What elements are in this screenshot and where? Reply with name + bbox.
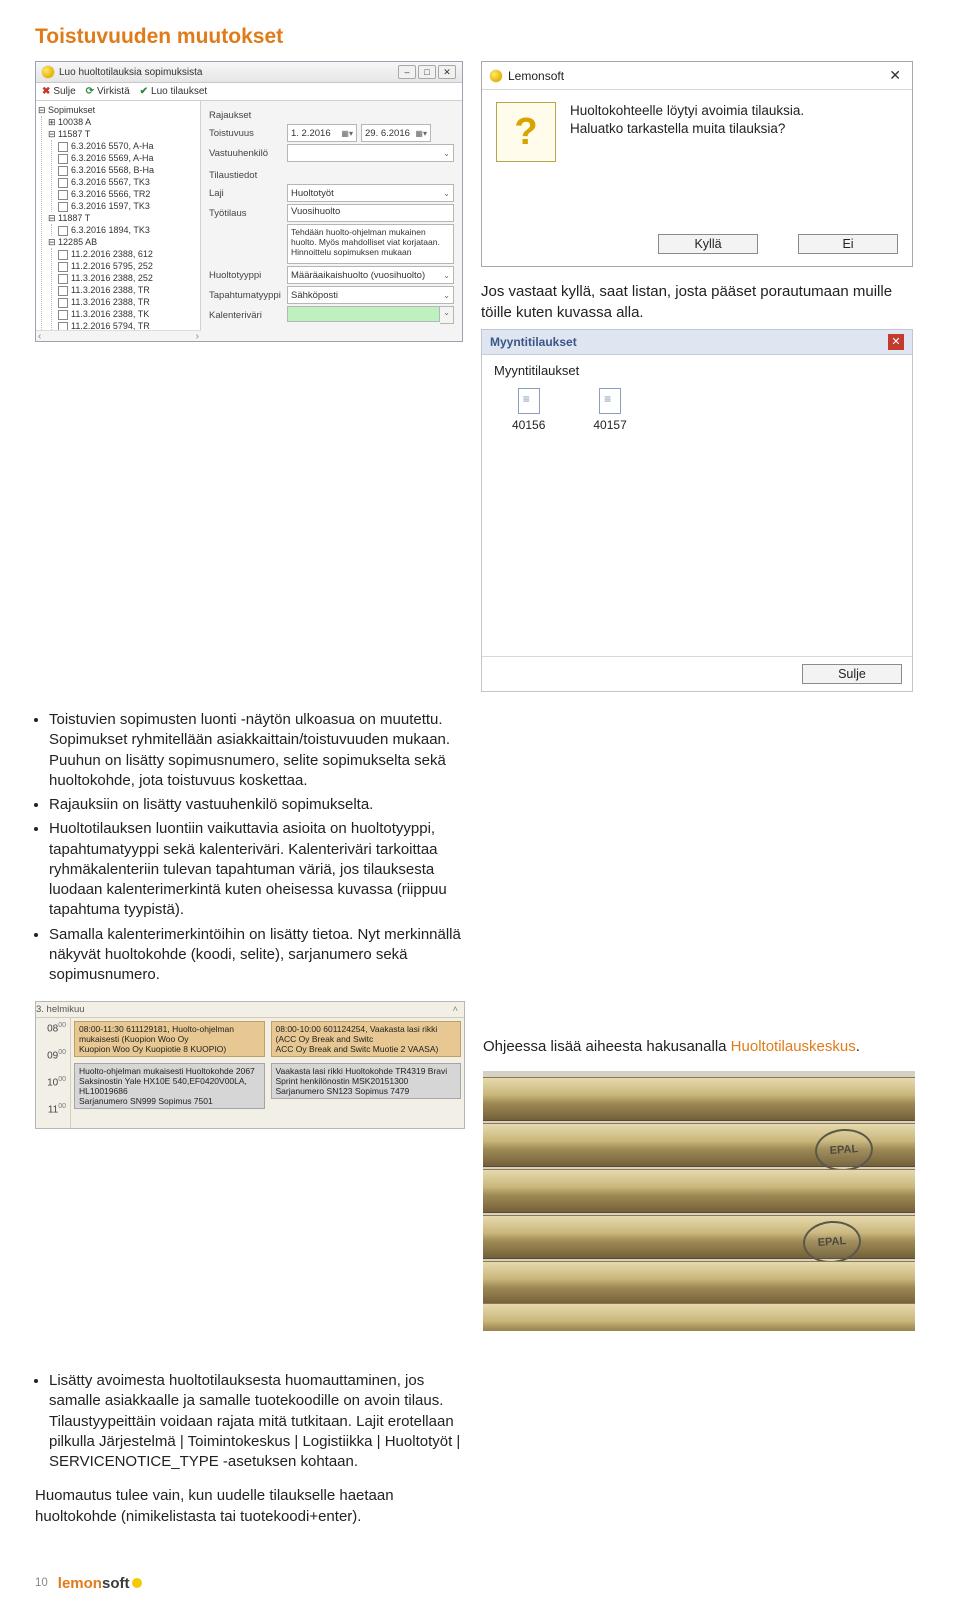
order-id: 40157	[593, 418, 626, 432]
order-id: 40156	[512, 418, 545, 432]
window-create-from-contracts: Luo huoltotilauksia sopimuksista – □ ✕ ✖…	[35, 61, 463, 342]
app-icon	[490, 70, 502, 82]
photo-pallets: EPAL EPAL	[483, 1071, 915, 1331]
page-title: Toistuvuuden muutokset	[35, 25, 925, 49]
brand-soft: soft	[102, 1575, 130, 1592]
document-icon	[518, 388, 540, 414]
select-vastuuhenkilo[interactable]: ⌄	[287, 144, 454, 162]
order-item[interactable]: 40157	[593, 388, 626, 432]
refresh-button[interactable]: ⟳Virkistä	[86, 86, 130, 97]
date-to[interactable]: 29. 6.2016▦▾	[361, 124, 431, 142]
brand-lemon: lemon	[58, 1575, 102, 1592]
window-sales-orders: Myyntitilaukset ✕ Myyntitilaukset 40156 …	[481, 329, 913, 692]
close-icon: ✖	[42, 86, 50, 97]
question-icon: ?	[496, 102, 556, 162]
form-pane: Rajaukset Toistuvuus 1. 2.2016▦▾ 29. 6.2…	[201, 101, 462, 341]
label-kalentervari: Kalenteriväri	[209, 310, 283, 321]
calendar-event[interactable]: Huolto-ohjelman mukaisesti Huoltokohde 2…	[74, 1063, 265, 1109]
close-icon[interactable]: ✕	[888, 334, 904, 350]
window-title: Luo huoltotilauksia sopimuksista	[59, 67, 202, 78]
select-huoltotyyppi[interactable]: Määräaikaishuolto (vuosihuolto)⌄	[287, 266, 454, 284]
chevron-down-icon: ⌄	[443, 149, 450, 158]
chevron-up-icon[interactable]: ˄	[452, 1004, 464, 1015]
brand-dot-icon	[132, 1578, 142, 1588]
aside-text: Jos vastaat kyllä, saat listan, josta pä…	[481, 281, 925, 323]
calendar-event[interactable]: 08:00-10:00 601124254, Vaakasta lasi rik…	[271, 1021, 462, 1057]
order-item[interactable]: 40156	[512, 388, 545, 432]
window-close-icon[interactable]: ✕	[438, 65, 456, 79]
select-tapahtumatyyppi[interactable]: Sähköposti⌄	[287, 286, 454, 304]
calendar-date-header: 3. helmikuu	[36, 1004, 85, 1015]
window-title: Myyntitilaukset	[490, 335, 577, 349]
window-maximize-icon[interactable]: □	[418, 65, 436, 79]
page-footer: 10 lemonsoft	[35, 1575, 925, 1592]
group-order-info: Tilaustiedot	[209, 170, 454, 181]
more-info-text: Ohjeessa lisää aiheesta hakusanalla Huol…	[483, 1036, 925, 1057]
calendar-icon[interactable]: ▦▾	[341, 129, 353, 138]
yes-button[interactable]: Kyllä	[658, 234, 758, 254]
close-button[interactable]: Sulje	[802, 664, 902, 684]
body-text-bottom: Lisätty avoimesta huoltotilauksesta huom…	[35, 1371, 463, 1527]
select-laji[interactable]: Huoltotyöt⌄	[287, 184, 454, 202]
dialog-title: Lemonsoft	[508, 69, 564, 83]
label-vastuuhenkilo: Vastuuhenkilö	[209, 148, 283, 159]
label-huoltotyyppi: Huoltotyyppi	[209, 270, 283, 281]
calendar-event[interactable]: 08:00-11:30 611129181, Huolto-ohjelman m…	[74, 1021, 265, 1057]
link-huoltotilauskeskus[interactable]: Huoltotilauskeskus	[731, 1038, 856, 1055]
label-tapahtumatyyppi: Tapahtumatyyppi	[209, 290, 283, 301]
tree-scrollbar[interactable]: ‹›	[36, 330, 201, 341]
refresh-icon: ⟳	[86, 86, 94, 97]
label-toistuvuus: Toistuvuus	[209, 128, 283, 139]
dialog-message: Huoltokohteelle löytyi avoimia tilauksia…	[570, 102, 804, 162]
label-tyotilaus: Työtilaus	[209, 208, 283, 219]
check-icon: ✔	[140, 86, 148, 97]
chevron-down-icon: ⌄	[443, 189, 450, 198]
chevron-down-icon[interactable]: ⌄	[440, 306, 454, 324]
app-icon	[42, 66, 54, 78]
select-kalentervari[interactable]	[287, 306, 440, 322]
no-button[interactable]: Ei	[798, 234, 898, 254]
section-heading: Myyntitilaukset	[494, 363, 900, 378]
body-text-main: Toistuvien sopimusten luonti -näytön ulk…	[35, 710, 465, 985]
window-minimize-icon[interactable]: –	[398, 65, 416, 79]
calendar-snippet: 3. helmikuu ˄ 0800 0900 1000 1100 08:00-…	[35, 1001, 465, 1129]
textarea-description[interactable]: Tehdään huolto-ohjelman mukainen huolto.…	[287, 224, 454, 264]
chevron-down-icon: ⌄	[443, 291, 450, 300]
input-tyotilaus[interactable]: Vuosihuolto	[287, 204, 454, 222]
group-filters: Rajaukset	[209, 110, 454, 121]
close-button[interactable]: ✖Sulje	[42, 86, 76, 97]
create-orders-button[interactable]: ✔Luo tilaukset	[140, 86, 208, 97]
calendar-time-axis: 0800 0900 1000 1100	[36, 1018, 71, 1128]
date-from[interactable]: 1. 2.2016▦▾	[287, 124, 357, 142]
calendar-event[interactable]: Vaakasta lasi rikki Huoltokohde TR4319 B…	[271, 1063, 462, 1099]
close-icon[interactable]: ✕	[886, 67, 904, 84]
label-laji: Laji	[209, 188, 283, 199]
document-icon	[599, 388, 621, 414]
dialog-open-orders: Lemonsoft ✕ ? Huoltokohteelle löytyi avo…	[481, 61, 913, 267]
chevron-down-icon: ⌄	[443, 271, 450, 280]
contracts-tree[interactable]: ⊟ Sopimukset ⊞ 10038 A ⊟ 11587 T 6.3.201…	[36, 101, 201, 330]
page-number: 10	[35, 1577, 48, 1589]
calendar-icon[interactable]: ▦▾	[415, 129, 427, 138]
